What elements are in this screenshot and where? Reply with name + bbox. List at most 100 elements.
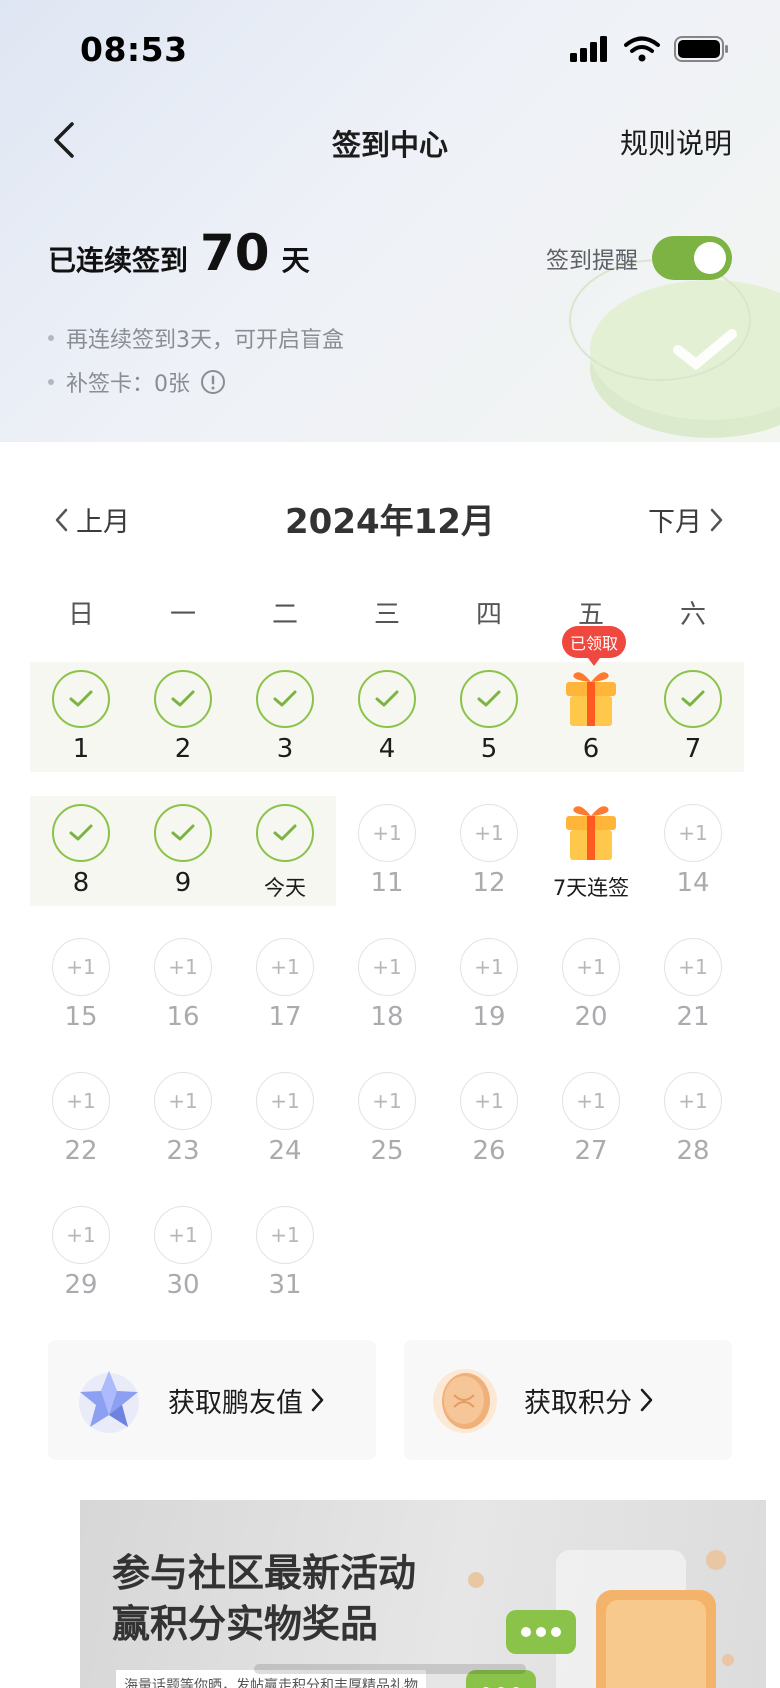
calendar-day-cell[interactable]: +1 28 xyxy=(642,1066,744,1176)
calendar-day-cell[interactable]: +1 18 xyxy=(336,932,438,1042)
streak-summary: 已连续签到 70 天 xyxy=(48,228,310,279)
wifi-icon xyxy=(624,36,660,62)
calendar-day-cell[interactable]: +1 19 xyxy=(438,932,540,1042)
calendar-day-cell[interactable]: 4 xyxy=(336,664,438,774)
day-label: 2 xyxy=(174,734,192,764)
claimed-badge: 已领取 xyxy=(562,626,626,666)
day-label: 25 xyxy=(370,1136,404,1166)
check-icon xyxy=(375,690,399,707)
day-label: 5 xyxy=(480,734,498,764)
plus-one-circle: +1 xyxy=(154,938,212,996)
calendar-day-cell[interactable]: 7天连签 xyxy=(540,798,642,908)
tip-blind-box: 再连续签到3天，可开启盲盒 xyxy=(48,316,344,360)
calendar-day-cell[interactable]: 今天 xyxy=(234,798,336,908)
calendar-day-cell[interactable]: +1 26 xyxy=(438,1066,540,1176)
cellular-signal-icon xyxy=(570,36,607,62)
info-icon[interactable] xyxy=(200,369,226,395)
day-label: 24 xyxy=(268,1136,302,1166)
day-label: 29 xyxy=(64,1270,98,1300)
plus-one-circle: +1 xyxy=(664,1072,722,1130)
calendar-day-cell[interactable]: +1 23 xyxy=(132,1066,234,1176)
day-label: 19 xyxy=(472,1002,506,1032)
plus-one-circle: +1 xyxy=(664,938,722,996)
calendar-day-cell[interactable]: +1 24 xyxy=(234,1066,336,1176)
calendar-day-cell[interactable]: +1 16 xyxy=(132,932,234,1042)
checked-circle xyxy=(52,670,110,728)
day-label: 3 xyxy=(276,734,294,764)
plus-one-circle: +1 xyxy=(460,938,518,996)
calendar-day-cell[interactable]: +1 12 xyxy=(438,798,540,908)
day-label: 28 xyxy=(676,1136,710,1166)
reward-label: 获取积分 xyxy=(524,1387,632,1419)
plus-one-circle: +1 xyxy=(52,938,110,996)
calendar-day-cell[interactable]: 3 xyxy=(234,664,336,774)
status-time: 08:53 xyxy=(80,30,188,69)
check-icon xyxy=(273,690,297,707)
navigation-bar: 签到中心 规则说明 xyxy=(0,104,780,176)
reward-cards: 获取鹏友值 获取积分 xyxy=(48,1340,732,1460)
day-label: 11 xyxy=(370,868,404,898)
check-icon xyxy=(69,690,93,707)
calendar-day-cell[interactable]: 5 xyxy=(438,664,540,774)
check-icon xyxy=(171,690,195,707)
checked-circle xyxy=(256,804,314,862)
calendar-day-cell[interactable]: +1 14 xyxy=(642,798,744,908)
streak-suffix: 天 xyxy=(281,244,310,277)
calendar-day-cell[interactable]: +1 30 xyxy=(132,1200,234,1310)
checked-circle xyxy=(154,804,212,862)
plus-one-circle: +1 xyxy=(664,804,722,862)
weekday-header: 日 一 二 三 四 五 六 xyxy=(30,594,744,631)
get-friend-points-card[interactable]: 获取鹏友值 xyxy=(48,1340,376,1460)
calendar-day-cell[interactable]: +1 29 xyxy=(30,1200,132,1310)
calendar-day-cell[interactable]: +1 22 xyxy=(30,1066,132,1176)
calendar-day-cell[interactable]: +1 27 xyxy=(540,1066,642,1176)
calendar-day-cell[interactable]: +1 15 xyxy=(30,932,132,1042)
day-label: 7 xyxy=(684,734,702,764)
activity-banner[interactable]: 参与社区最新活动 赢积分实物奖品 海量话题等你晒，发帖赢走积分和丰厚精品礼物 xyxy=(80,1500,766,1688)
rules-link[interactable]: 规则说明 xyxy=(620,122,732,162)
home-indicator xyxy=(254,1664,526,1674)
next-month-button[interactable]: 下月 xyxy=(648,500,724,539)
calendar-day-cell[interactable]: +1 25 xyxy=(336,1066,438,1176)
calendar-day-cell[interactable]: +1 21 xyxy=(642,932,744,1042)
battery-icon xyxy=(674,36,728,62)
calendar-day-cell[interactable]: +1 31 xyxy=(234,1200,336,1310)
calendar-day-cell[interactable]: +1 11 xyxy=(336,798,438,908)
weekday-label: 四 xyxy=(475,600,502,630)
chevron-right-icon xyxy=(640,1388,654,1412)
calendar-day-cell[interactable]: +1 17 xyxy=(234,932,336,1042)
checked-circle xyxy=(154,670,212,728)
day-label: 9 xyxy=(174,868,192,898)
gift-box-icon xyxy=(566,806,616,860)
chevron-right-icon xyxy=(311,1388,325,1412)
plus-one-circle: +1 xyxy=(562,938,620,996)
weekday-label: 一 xyxy=(169,600,196,630)
day-label: 4 xyxy=(378,734,396,764)
check-icon xyxy=(681,690,705,707)
calendar-day-cell[interactable]: 8 xyxy=(30,798,132,908)
calendar-day-cell[interactable]: 2 xyxy=(132,664,234,774)
reminder-toggle[interactable] xyxy=(652,236,732,280)
get-points-card[interactable]: 获取积分 xyxy=(404,1340,732,1460)
bullet-dot xyxy=(48,379,54,385)
tip-text: 再连续签到3天，可开启盲盒 xyxy=(66,328,344,353)
month-navigation: 上月 2024年12月 下月 xyxy=(0,494,780,544)
day-label: 22 xyxy=(64,1136,98,1166)
weekday-label: 日 xyxy=(67,600,94,630)
tips-list: 再连续签到3天，可开启盲盒 补签卡：0张 xyxy=(48,316,344,404)
coin-icon xyxy=(433,1369,497,1433)
gift-box-icon xyxy=(566,672,616,726)
plus-one-circle: +1 xyxy=(460,1072,518,1130)
calendar-day-cell[interactable]: 9 xyxy=(132,798,234,908)
checked-circle xyxy=(460,670,518,728)
day-label: 27 xyxy=(574,1136,608,1166)
weekday-label: 三 xyxy=(373,600,400,630)
streak-days: 70 xyxy=(200,224,270,282)
plus-one-circle: +1 xyxy=(52,1072,110,1130)
calendar-day-cell[interactable]: 已领取 6 xyxy=(540,626,642,774)
day-label: 12 xyxy=(472,868,506,898)
calendar-day-cell[interactable]: 7 xyxy=(642,664,744,774)
calendar-day-cell[interactable]: +1 20 xyxy=(540,932,642,1042)
calendar-day-cell[interactable]: 1 xyxy=(30,664,132,774)
plus-one-circle: +1 xyxy=(358,938,416,996)
